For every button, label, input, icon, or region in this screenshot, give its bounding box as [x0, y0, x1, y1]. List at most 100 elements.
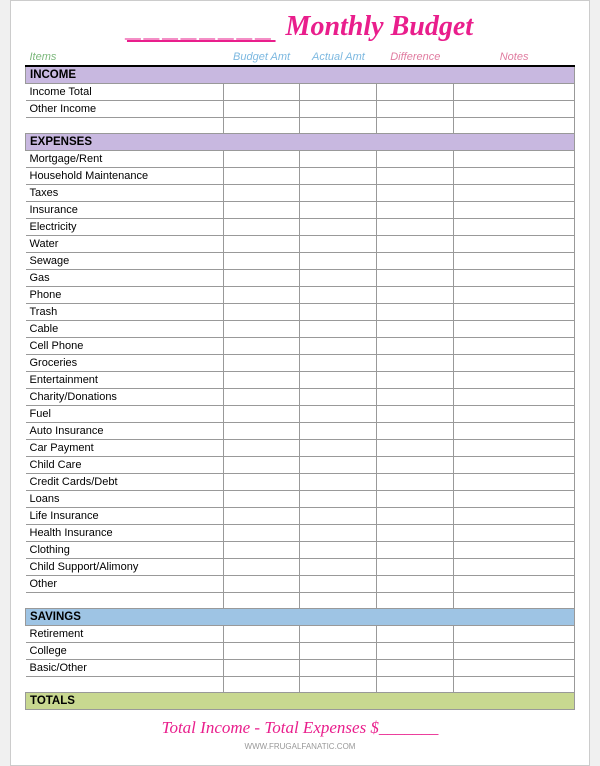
row-cell[interactable]	[454, 508, 575, 525]
row-cell[interactable]	[454, 84, 575, 101]
row-cell[interactable]	[300, 304, 377, 321]
row-cell[interactable]	[223, 660, 300, 677]
row-cell[interactable]	[300, 355, 377, 372]
row-cell[interactable]	[300, 287, 377, 304]
row-cell[interactable]	[223, 626, 300, 643]
row-cell[interactable]	[454, 321, 575, 338]
row-cell[interactable]	[377, 168, 454, 185]
row-cell[interactable]	[454, 423, 575, 440]
row-cell[interactable]	[300, 84, 377, 101]
row-cell[interactable]	[300, 440, 377, 457]
row-cell[interactable]	[300, 118, 377, 134]
row-cell[interactable]	[223, 474, 300, 491]
row-cell[interactable]	[300, 389, 377, 406]
row-cell[interactable]	[454, 626, 575, 643]
row-cell[interactable]	[223, 321, 300, 338]
row-cell[interactable]	[300, 338, 377, 355]
row-cell[interactable]	[454, 677, 575, 693]
row-cell[interactable]	[377, 491, 454, 508]
row-cell[interactable]	[223, 270, 300, 287]
row-cell[interactable]	[223, 202, 300, 219]
row-cell[interactable]	[223, 236, 300, 253]
row-cell[interactable]	[223, 84, 300, 101]
row-cell[interactable]	[223, 253, 300, 270]
row-cell[interactable]	[223, 355, 300, 372]
row-cell[interactable]	[377, 338, 454, 355]
row-cell[interactable]	[223, 423, 300, 440]
row-cell[interactable]	[377, 118, 454, 134]
row-cell[interactable]	[300, 101, 377, 118]
row-cell[interactable]	[454, 660, 575, 677]
row-cell[interactable]	[223, 338, 300, 355]
row-cell[interactable]	[454, 304, 575, 321]
row-cell[interactable]	[223, 406, 300, 423]
row-cell[interactable]	[223, 372, 300, 389]
row-cell[interactable]	[377, 677, 454, 693]
row-cell[interactable]	[223, 643, 300, 660]
row-cell[interactable]	[300, 626, 377, 643]
row-cell[interactable]	[454, 576, 575, 593]
row-cell[interactable]	[223, 304, 300, 321]
row-cell[interactable]	[300, 576, 377, 593]
row-cell[interactable]	[454, 406, 575, 423]
row-cell[interactable]	[300, 423, 377, 440]
row-cell[interactable]	[454, 202, 575, 219]
row-cell[interactable]	[300, 474, 377, 491]
row-cell[interactable]	[377, 406, 454, 423]
row-cell[interactable]	[377, 593, 454, 609]
row-cell[interactable]	[300, 151, 377, 168]
row-cell[interactable]	[377, 202, 454, 219]
row-cell[interactable]	[377, 626, 454, 643]
row-cell[interactable]	[223, 185, 300, 202]
row-cell[interactable]	[377, 389, 454, 406]
row-cell[interactable]	[300, 372, 377, 389]
row-cell[interactable]	[454, 525, 575, 542]
row-cell[interactable]	[377, 542, 454, 559]
row-cell[interactable]	[300, 457, 377, 474]
row-cell[interactable]	[377, 525, 454, 542]
row-cell[interactable]	[454, 118, 575, 134]
row-cell[interactable]	[377, 151, 454, 168]
row-cell[interactable]	[300, 321, 377, 338]
row-cell[interactable]	[223, 151, 300, 168]
row-cell[interactable]	[377, 423, 454, 440]
row-cell[interactable]	[223, 118, 300, 134]
row-cell[interactable]	[300, 406, 377, 423]
row-cell[interactable]	[454, 151, 575, 168]
row-cell[interactable]	[223, 508, 300, 525]
row-cell[interactable]	[300, 202, 377, 219]
row-cell[interactable]	[300, 677, 377, 693]
row-cell[interactable]	[454, 542, 575, 559]
row-cell[interactable]	[377, 508, 454, 525]
row-cell[interactable]	[454, 168, 575, 185]
row-cell[interactable]	[223, 491, 300, 508]
row-cell[interactable]	[223, 440, 300, 457]
row-cell[interactable]	[377, 219, 454, 236]
row-cell[interactable]	[377, 474, 454, 491]
row-cell[interactable]	[454, 270, 575, 287]
row-cell[interactable]	[454, 491, 575, 508]
row-cell[interactable]	[223, 287, 300, 304]
row-cell[interactable]	[377, 270, 454, 287]
row-cell[interactable]	[454, 185, 575, 202]
row-cell[interactable]	[454, 219, 575, 236]
row-cell[interactable]	[300, 593, 377, 609]
row-cell[interactable]	[454, 101, 575, 118]
row-cell[interactable]	[300, 559, 377, 576]
row-cell[interactable]	[300, 542, 377, 559]
row-cell[interactable]	[377, 84, 454, 101]
row-cell[interactable]	[377, 287, 454, 304]
row-cell[interactable]	[377, 440, 454, 457]
row-cell[interactable]	[454, 236, 575, 253]
row-cell[interactable]	[300, 660, 377, 677]
row-cell[interactable]	[223, 559, 300, 576]
row-cell[interactable]	[300, 270, 377, 287]
row-cell[interactable]	[454, 338, 575, 355]
row-cell[interactable]	[300, 219, 377, 236]
row-cell[interactable]	[377, 660, 454, 677]
row-cell[interactable]	[300, 491, 377, 508]
row-cell[interactable]	[454, 643, 575, 660]
row-cell[interactable]	[377, 643, 454, 660]
row-cell[interactable]	[300, 525, 377, 542]
row-cell[interactable]	[454, 389, 575, 406]
